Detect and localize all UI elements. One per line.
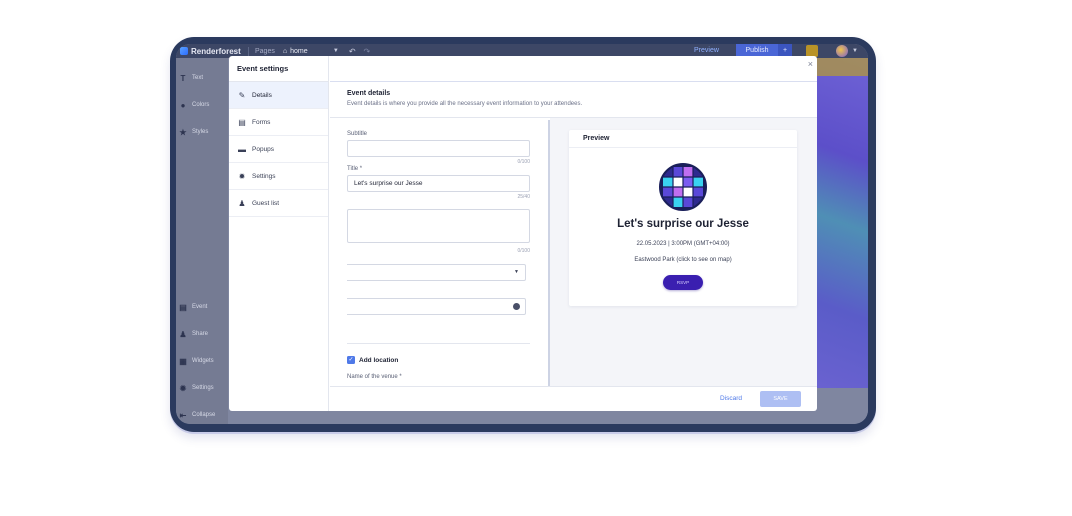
pages-label: Pages xyxy=(255,47,275,55)
popup-icon: ▬ xyxy=(238,144,246,154)
modal-sidebar: Event settings ✎ Details ▤ Forms ▬ Popup… xyxy=(229,56,329,411)
nav-label: Forms xyxy=(252,118,271,126)
tool-sidebar: T Text ● Colors ★ Styles ▤ Event ♟ Share… xyxy=(176,58,228,424)
tool-colors[interactable]: ● Colors xyxy=(179,100,210,110)
redo-icon[interactable]: ↷ xyxy=(364,47,371,56)
add-location-checkbox[interactable]: ✓ xyxy=(347,356,355,364)
palette-icon: ● xyxy=(180,100,186,110)
tool-label: Text xyxy=(192,75,204,81)
tool-share[interactable]: ♟ Share xyxy=(179,329,209,339)
title-label: Title * xyxy=(347,166,363,172)
widgets-icon: ▦ xyxy=(179,356,187,366)
form-divider xyxy=(347,343,530,344)
disco-ball-icon xyxy=(659,163,707,211)
page-selector[interactable]: ⌂ home xyxy=(283,48,333,55)
canvas-decoration xyxy=(816,58,868,76)
section-subtitle: Event details is where you provide all t… xyxy=(347,101,583,107)
tool-styles[interactable]: ★ Styles xyxy=(179,127,209,137)
nav-item-popups[interactable]: ▬ Popups xyxy=(229,136,328,163)
tool-label: Collapse xyxy=(192,412,216,418)
nav-item-details[interactable]: ✎ Details xyxy=(229,82,328,109)
gear-icon: ✹ xyxy=(238,171,246,181)
tool-text[interactable]: T Text xyxy=(179,73,204,83)
preview-heading: Preview xyxy=(569,130,797,148)
subtitle-char-count: 0/100 xyxy=(517,159,530,165)
tool-label: Share xyxy=(192,331,209,337)
nav-item-guest-list[interactable]: ♟ Guest list xyxy=(229,190,328,217)
close-icon[interactable]: × xyxy=(808,59,813,69)
canvas-background xyxy=(816,58,868,388)
subtitle-input[interactable] xyxy=(347,140,530,157)
date-select[interactable]: ▼ xyxy=(347,264,526,281)
topbar-divider xyxy=(248,46,249,56)
section-title: Event details xyxy=(347,90,391,97)
chevron-down-icon[interactable]: ▼ xyxy=(852,44,858,58)
event-details-form: Subtitle 0/100 Title * Let's surprise ou… xyxy=(347,118,537,386)
nav-label: Settings xyxy=(252,172,276,180)
undo-icon[interactable]: ↶ xyxy=(349,47,356,56)
nav-item-forms[interactable]: ▤ Forms xyxy=(229,109,328,136)
modal-footer: Discard SAVE xyxy=(330,386,817,411)
current-page-label: home xyxy=(290,47,308,55)
rsvp-button[interactable]: RSVP xyxy=(663,275,703,290)
text-icon: T xyxy=(180,73,186,83)
save-button[interactable]: SAVE xyxy=(760,391,801,407)
title-input[interactable]: Let's surprise our Jesse xyxy=(347,175,530,192)
title-char-count: 25/40 xyxy=(517,194,530,200)
nav-label: Popups xyxy=(252,145,275,153)
event-location-link[interactable]: Eastwood Park (click to see on map) xyxy=(569,257,797,263)
nav-item-settings[interactable]: ✹ Settings xyxy=(229,163,328,190)
renderforest-logo-icon xyxy=(180,47,188,55)
avatar[interactable] xyxy=(836,45,848,57)
time-select[interactable] xyxy=(347,298,526,315)
tool-label: Event xyxy=(192,304,208,310)
person-icon: ♟ xyxy=(238,198,246,208)
subtitle-label: Subtitle xyxy=(347,131,368,137)
tool-label: Widgets xyxy=(192,358,214,364)
tool-label: Colors xyxy=(192,102,210,108)
description-textarea[interactable] xyxy=(347,209,530,243)
tool-event[interactable]: ▤ Event xyxy=(179,302,208,312)
modal-content: × Event details Event details is where y… xyxy=(330,56,817,411)
add-location-label: Add location xyxy=(359,357,399,364)
event-title: Let's surprise our Jesse xyxy=(617,218,749,230)
brand-name: Renderforest xyxy=(191,46,241,56)
share-icon: ♟ xyxy=(179,329,187,339)
collapse-icon: ⇤ xyxy=(179,410,187,420)
clock-icon xyxy=(513,303,520,310)
star-icon: ★ xyxy=(179,127,187,137)
description-char-count: 0/100 xyxy=(517,248,530,254)
event-settings-modal: Event settings ✎ Details ▤ Forms ▬ Popup… xyxy=(229,56,817,411)
tool-collapse[interactable]: ⇤ Collapse xyxy=(179,410,216,420)
home-icon: ⌂ xyxy=(282,47,288,55)
nav-label: Guest list xyxy=(252,199,280,207)
tool-settings[interactable]: ✹ Settings xyxy=(179,383,214,393)
tool-widgets[interactable]: ▦ Widgets xyxy=(179,356,214,366)
form-icon: ▤ xyxy=(238,117,246,127)
section-header: Event details Event details is where you… xyxy=(330,81,817,118)
modal-title: Event settings xyxy=(229,56,328,82)
venue-label: Name of the venue * xyxy=(347,374,402,380)
edit-icon: ✎ xyxy=(238,90,246,100)
calendar-icon: ▤ xyxy=(179,302,187,312)
discard-button[interactable]: Discard xyxy=(720,395,742,402)
chevron-down-icon: ▼ xyxy=(514,269,519,275)
tool-label: Styles xyxy=(192,129,209,135)
gear-icon: ✹ xyxy=(179,383,187,393)
chevron-down-icon[interactable]: ▼ xyxy=(333,48,339,54)
preview-card: Preview Let's surprise our Jesse 22.05.2… xyxy=(569,130,797,306)
event-datetime: 22.05.2023 | 3:00PM (GMT+04:00) xyxy=(636,241,730,247)
preview-pane: Preview Let's surprise our Jesse 22.05.2… xyxy=(550,118,817,386)
tool-label: Settings xyxy=(192,385,214,391)
brand-logo[interactable]: Renderforest xyxy=(176,47,242,56)
nav-label: Details xyxy=(252,91,272,99)
